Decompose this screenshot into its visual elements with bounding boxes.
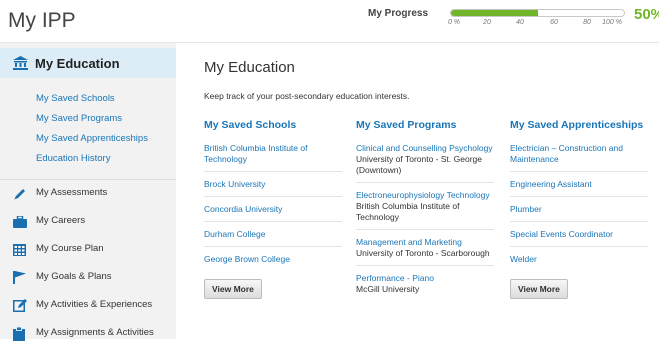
program-item: Management and Marketing University of T… <box>356 237 494 266</box>
sidebar: My Education My Saved Schools My Saved P… <box>0 43 176 341</box>
sidebar-item-label: My Careers <box>36 215 86 226</box>
progress-tick: 40 <box>516 19 524 26</box>
saved-programs-column: My Saved Programs Clinical and Counselli… <box>356 119 494 308</box>
school-item: Durham College <box>204 229 342 247</box>
program-item: Electroneurophysiology Technology Britis… <box>356 190 494 230</box>
saved-programs-heading[interactable]: My Saved Programs <box>356 119 494 135</box>
progress-label: My Progress <box>368 8 429 19</box>
apprenticeship-link[interactable]: Plumber <box>510 204 648 215</box>
progress-tick: 80 <box>583 19 591 26</box>
sidebar-item-assignments-activities[interactable]: My Assignments & Activities <box>0 319 176 347</box>
school-item: George Brown College <box>204 254 342 271</box>
education-building-icon <box>13 56 28 75</box>
program-item: Clinical and Counselling Psychology Univ… <box>356 143 494 183</box>
school-link[interactable]: George Brown College <box>204 254 342 265</box>
flag-icon <box>13 271 27 284</box>
program-school: British Columbia Institute of Technology <box>356 201 460 222</box>
apprenticeship-item: Welder <box>510 254 648 271</box>
apprenticeship-item: Engineering Assistant <box>510 179 648 197</box>
schools-view-more-button[interactable]: View More <box>204 279 262 299</box>
saved-apprenticeships-column: My Saved Apprenticeships Electrician – C… <box>510 119 648 299</box>
pencil-icon <box>13 187 27 200</box>
school-link[interactable]: British Columbia Institute of Technology <box>204 143 342 165</box>
sidebar-item-label: My Assignments & Activities <box>36 327 154 338</box>
sidebar-item-my-education[interactable]: My Education <box>0 48 176 78</box>
page-intro: Keep track of your post-secondary educat… <box>204 91 410 101</box>
program-link[interactable]: Electroneurophysiology Technology <box>356 190 494 201</box>
progress-tick: 60 <box>550 19 558 26</box>
sidebar-item-label: My Activities & Experiences <box>36 299 153 310</box>
app-title: My IPP <box>8 9 76 32</box>
sidebar-section-title: My Education <box>35 56 120 71</box>
sidebar-item-assessments[interactable]: My Assessments <box>0 179 176 207</box>
program-link[interactable]: Performance - Piano <box>356 273 494 284</box>
saved-schools-heading[interactable]: My Saved Schools <box>204 119 342 135</box>
sidebar-item-label: My Course Plan <box>36 243 104 254</box>
progress-tick: 20 <box>483 19 491 26</box>
apprenticeship-link[interactable]: Special Events Coordinator <box>510 229 648 240</box>
school-item: British Columbia Institute of Technology <box>204 143 342 172</box>
progress-tick: 100 % <box>602 19 622 26</box>
subnav-saved-schools[interactable]: My Saved Schools <box>36 89 148 109</box>
program-item: Performance - Piano McGill University <box>356 273 494 301</box>
briefcase-icon <box>13 215 27 228</box>
subnav-saved-apprenticeships[interactable]: My Saved Apprenticeships <box>36 129 148 149</box>
apprenticeship-item: Electrician – Construction and Maintenan… <box>510 143 648 172</box>
sidebar-item-goals-plans[interactable]: My Goals & Plans <box>0 263 176 291</box>
apprenticeships-view-more-button[interactable]: View More <box>510 279 568 299</box>
program-link[interactable]: Clinical and Counselling Psychology <box>356 143 494 154</box>
subnav-saved-programs[interactable]: My Saved Programs <box>36 109 148 129</box>
apprenticeship-link[interactable]: Welder <box>510 254 648 265</box>
saved-apprenticeships-heading[interactable]: My Saved Apprenticeships <box>510 119 648 135</box>
apprenticeship-item: Special Events Coordinator <box>510 229 648 247</box>
saved-schools-column: My Saved Schools British Columbia Instit… <box>204 119 342 299</box>
sidebar-item-course-plan[interactable]: My Course Plan <box>0 235 176 263</box>
program-school: University of Toronto - Scarborough <box>356 248 490 258</box>
subnav-education-history[interactable]: Education History <box>36 149 148 169</box>
program-school: University of Toronto - St. George (Down… <box>356 154 482 175</box>
school-link[interactable]: Durham College <box>204 229 342 240</box>
program-school: McGill University <box>356 284 420 294</box>
apprenticeship-item: Plumber <box>510 204 648 222</box>
calendar-grid-icon <box>13 243 27 256</box>
school-item: Concordia University <box>204 204 342 222</box>
sidebar-item-careers[interactable]: My Careers <box>0 207 176 235</box>
edit-box-icon <box>13 299 27 312</box>
education-subnav: My Saved Schools My Saved Programs My Sa… <box>36 89 148 169</box>
page-title: My Education <box>204 59 295 76</box>
progress-tick: 0 % <box>447 19 461 26</box>
progress-bar <box>450 9 625 17</box>
clipboard-icon <box>13 326 27 341</box>
program-link[interactable]: Management and Marketing <box>356 237 494 248</box>
top-header: My IPP My Progress 0 % 20 40 60 80 100 %… <box>0 0 659 43</box>
progress-bar-fill <box>451 10 538 16</box>
sidebar-item-label: My Assessments <box>36 187 108 198</box>
school-item: Brock University <box>204 179 342 197</box>
progress-percent: 50% <box>634 6 659 23</box>
main-content: My Education Keep track of your post-sec… <box>176 43 659 339</box>
apprenticeship-link[interactable]: Electrician – Construction and Maintenan… <box>510 143 648 165</box>
sidebar-item-label: My Goals & Plans <box>36 271 112 282</box>
progress-scale: 0 % 20 40 60 80 100 % <box>447 19 623 29</box>
school-link[interactable]: Concordia University <box>204 204 342 215</box>
school-link[interactable]: Brock University <box>204 179 342 190</box>
sidebar-item-activities-experiences[interactable]: My Activities & Experiences <box>0 291 176 319</box>
apprenticeship-link[interactable]: Engineering Assistant <box>510 179 648 190</box>
